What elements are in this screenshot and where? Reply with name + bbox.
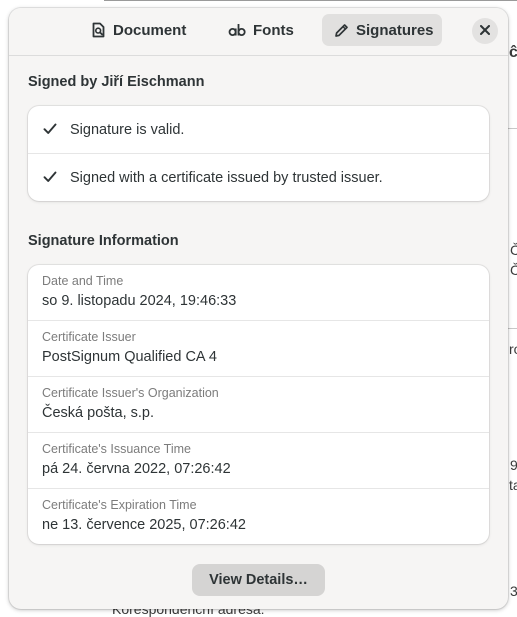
signature-info-heading: Signature Information	[28, 233, 179, 249]
info-value: ne 13. července 2025, 07:26:42	[42, 517, 246, 533]
info-row-expiration-time: Certificate's Expiration Time ne 13. čer…	[28, 488, 489, 544]
document-text: Č	[510, 262, 517, 278]
view-details-button[interactable]: View Details…	[192, 564, 325, 596]
signature-info-card: Date and Time so 9. listopadu 2024, 19:4…	[28, 265, 489, 544]
tab-fonts-label: Fonts	[253, 21, 294, 39]
checkmark-icon	[43, 170, 57, 188]
checkmark-icon	[43, 122, 57, 140]
font-ab-icon	[228, 22, 246, 38]
info-value: pá 24. června 2022, 07:26:42	[42, 461, 231, 477]
pen-icon	[334, 23, 349, 38]
document-text: ĉ	[509, 44, 517, 61]
close-icon	[480, 22, 490, 40]
properties-dialog: Document Fonts Signatures Signed by Jiří…	[9, 8, 508, 609]
info-row-issuance-time: Certificate's Issuance Time pá 24. červn…	[28, 432, 489, 488]
tab-signatures-label: Signatures	[356, 21, 434, 39]
document-text: 9	[510, 457, 517, 473]
info-label: Date and Time	[42, 274, 124, 288]
document-rule	[508, 128, 517, 129]
signer-heading: Signed by Jiří Eischmann	[28, 74, 205, 90]
close-button[interactable]	[472, 18, 498, 44]
info-label: Certificate Issuer's Organization	[42, 386, 219, 400]
validity-row: Signed with a certificate issued by trus…	[28, 153, 489, 201]
validity-text: Signed with a certificate issued by trus…	[70, 169, 383, 186]
document-text: Č	[510, 242, 517, 258]
info-value: Česká pošta, s.p.	[42, 405, 155, 421]
document-search-icon	[91, 22, 106, 38]
validity-text: Signature is valid.	[70, 121, 185, 138]
tab-document-label: Document	[113, 21, 187, 39]
tab-document[interactable]: Document	[79, 14, 198, 46]
document-text: ro	[509, 341, 517, 357]
info-row-date: Date and Time so 9. listopadu 2024, 19:4…	[28, 265, 489, 320]
tab-fonts[interactable]: Fonts	[216, 14, 306, 46]
document-rule	[104, 0, 517, 1]
info-label: Certificate's Issuance Time	[42, 442, 191, 456]
document-text: 3	[510, 583, 517, 599]
document-rule	[508, 328, 517, 329]
info-label: Certificate's Expiration Time	[42, 498, 197, 512]
document-text: ta	[509, 477, 517, 493]
tab-signatures[interactable]: Signatures	[322, 14, 442, 46]
info-row-issuer-org: Certificate Issuer's Organization Česká …	[28, 376, 489, 432]
info-value: so 9. listopadu 2024, 19:46:33	[42, 293, 237, 309]
info-row-issuer: Certificate Issuer PostSignum Qualified …	[28, 320, 489, 376]
validity-row: Signature is valid.	[28, 106, 489, 153]
info-value: PostSignum Qualified CA 4	[42, 349, 217, 365]
info-label: Certificate Issuer	[42, 330, 136, 344]
dialog-header: Document Fonts Signatures	[9, 8, 508, 56]
validity-card: Signature is valid. Signed with a certif…	[28, 106, 489, 201]
